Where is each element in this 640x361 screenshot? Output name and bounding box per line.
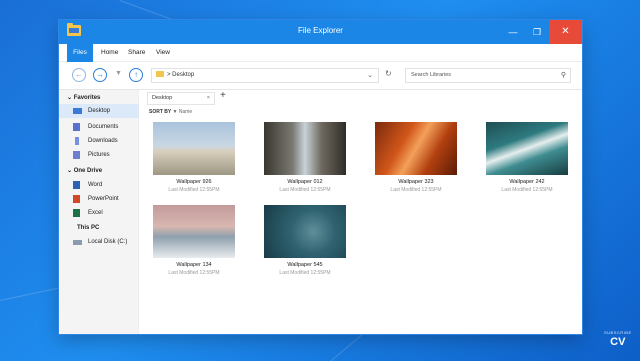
back-arrow-icon[interactable]: ← xyxy=(72,68,86,82)
wallpaper-thumbnail xyxy=(153,205,235,258)
wallpaper-thumbnail xyxy=(486,122,568,175)
file-view: Desktop × + SORT BY ▼ Name Wallpaper 926… xyxy=(140,90,582,334)
menu-home[interactable]: Home xyxy=(97,44,122,62)
file-tile[interactable]: Wallpaper 323 Last Modified 12:55PM xyxy=(375,122,457,193)
refresh-icon[interactable]: ↻ xyxy=(385,69,392,78)
sidebar-item-word[interactable]: Word xyxy=(59,178,139,192)
wallpaper-thumbnail xyxy=(375,122,457,175)
search-icon[interactable]: ⚲ xyxy=(561,69,566,82)
close-tab-icon[interactable]: × xyxy=(207,93,210,104)
title-bar[interactable]: File Explorer — ❐ ✕ xyxy=(59,20,582,44)
close-button[interactable]: ✕ xyxy=(549,20,582,44)
forward-arrow-icon[interactable]: → xyxy=(93,68,107,82)
sidebar-item-desktop[interactable]: Desktop xyxy=(59,104,139,118)
search-input[interactable]: Search Libraries ⚲ xyxy=(405,68,571,83)
onedrive-header[interactable]: ⌄ One Drive xyxy=(67,167,102,174)
powerpoint-icon xyxy=(73,195,80,203)
address-bar[interactable]: > Desktop ⌄ xyxy=(151,68,379,83)
menu-share[interactable]: Share xyxy=(124,44,149,62)
sidebar-item-documents[interactable]: Documents xyxy=(59,120,139,134)
wallpaper-thumbnail xyxy=(153,122,235,175)
documents-icon xyxy=(73,123,80,131)
sidebar-item-pictures[interactable]: Pictures xyxy=(59,148,139,162)
ribbon-menu: Files Home Share View xyxy=(59,44,582,62)
file-tile[interactable]: Wallpaper 242 Last Modified 12:55PM xyxy=(486,122,568,193)
wallpaper-thumbnail xyxy=(264,122,346,175)
sidebar-item-powerpoint[interactable]: PowerPoint xyxy=(59,192,139,206)
navigation-toolbar: ← → ▼ ↑ > Desktop ⌄ ↻ Search Libraries ⚲ xyxy=(59,62,582,90)
maximize-button[interactable]: ❐ xyxy=(525,20,549,44)
search-placeholder: Search Libraries xyxy=(411,72,452,78)
disk-icon xyxy=(73,240,82,245)
address-path: > Desktop xyxy=(167,72,195,78)
desktop-icon xyxy=(73,108,82,114)
navigation-pane: ⌄ Favorites Desktop Documents Downloads … xyxy=(59,90,139,334)
file-explorer-window: File Explorer — ❐ ✕ Files Home Share Vie… xyxy=(59,20,582,334)
menu-files[interactable]: Files xyxy=(67,44,93,62)
file-tile[interactable]: Wallpaper 012 Last Modified 12:55PM xyxy=(264,122,346,193)
new-tab-icon[interactable]: + xyxy=(220,90,226,101)
file-tile[interactable]: Wallpaper 134 Last Modified 12:55PM xyxy=(153,205,235,276)
chevron-down-icon[interactable]: ⌄ xyxy=(367,69,373,82)
sidebar-item-excel[interactable]: Excel xyxy=(59,206,139,220)
sidebar-item-downloads[interactable]: Downloads xyxy=(59,134,139,148)
wallpaper-thumbnail xyxy=(264,205,346,258)
sidebar-item-local-disk[interactable]: Local Disk (C:) xyxy=(59,235,139,249)
thispc-header[interactable]: This PC xyxy=(77,225,99,231)
file-tile[interactable]: Wallpaper 926 Last Modified 12:55PM xyxy=(153,122,235,193)
tab-desktop[interactable]: Desktop × xyxy=(147,92,215,105)
up-arrow-icon[interactable]: ↑ xyxy=(129,68,143,82)
minimize-button[interactable]: — xyxy=(501,20,525,44)
sort-control[interactable]: SORT BY ▼ Name xyxy=(149,109,192,115)
folder-icon xyxy=(156,71,164,77)
word-icon xyxy=(73,181,80,189)
pictures-icon xyxy=(73,151,80,159)
favorites-header[interactable]: ⌄ Favorites xyxy=(67,94,100,101)
excel-icon xyxy=(73,209,80,217)
channel-watermark: SUBSCRIBE CV xyxy=(604,330,632,348)
recent-dropdown-icon[interactable]: ▼ xyxy=(115,70,122,77)
menu-view[interactable]: View xyxy=(152,44,174,62)
file-tile[interactable]: Wallpaper 545 Last Modified 12:55PM xyxy=(264,205,346,276)
downloads-icon xyxy=(75,137,79,145)
